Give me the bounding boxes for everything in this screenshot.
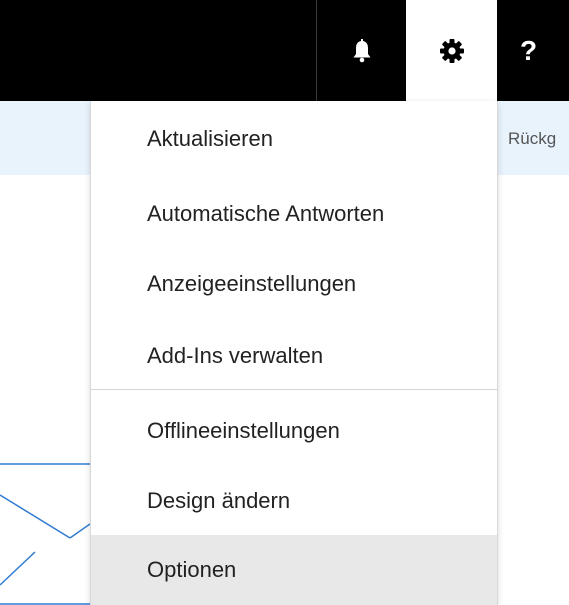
menu-item-label: Optionen (147, 557, 237, 582)
menu-item-automatic-replies[interactable]: Automatische Antworten (91, 180, 497, 247)
menu-item-label: Add-Ins verwalten (147, 342, 324, 368)
menu-item-options[interactable]: Optionen (91, 535, 497, 605)
menu-item-label: Automatische Antworten (147, 200, 385, 226)
menu-item-change-theme[interactable]: Design ändern (91, 467, 497, 534)
menu-item-label: Design ändern (147, 487, 291, 513)
settings-button[interactable] (406, 0, 497, 101)
menu-item-label: Aktualisieren (147, 125, 273, 151)
menu-item-display-settings[interactable]: Anzeigeeinstellungen (91, 250, 497, 317)
undo-button[interactable]: Rückg (508, 129, 556, 149)
settings-dropdown-menu: Aktualisieren Automatische Antworten Anz… (90, 101, 498, 605)
menu-item-label: Offlineeinstellungen (147, 417, 340, 443)
envelope-illustration (0, 463, 90, 605)
topbar-divider (316, 0, 317, 101)
menu-item-manage-addins[interactable]: Add-Ins verwalten (91, 322, 497, 389)
bell-icon (353, 38, 371, 62)
menu-item-offline-settings[interactable]: Offlineeinstellungen (91, 397, 497, 464)
top-navigation-bar: ? (0, 0, 569, 101)
help-button[interactable]: ? (520, 0, 569, 101)
gear-icon (439, 38, 464, 63)
menu-divider (91, 389, 497, 390)
menu-item-refresh[interactable]: Aktualisieren (91, 105, 497, 172)
notifications-button[interactable] (318, 0, 406, 101)
menu-item-label: Anzeigeeinstellungen (147, 270, 357, 296)
help-icon: ? (520, 34, 538, 66)
